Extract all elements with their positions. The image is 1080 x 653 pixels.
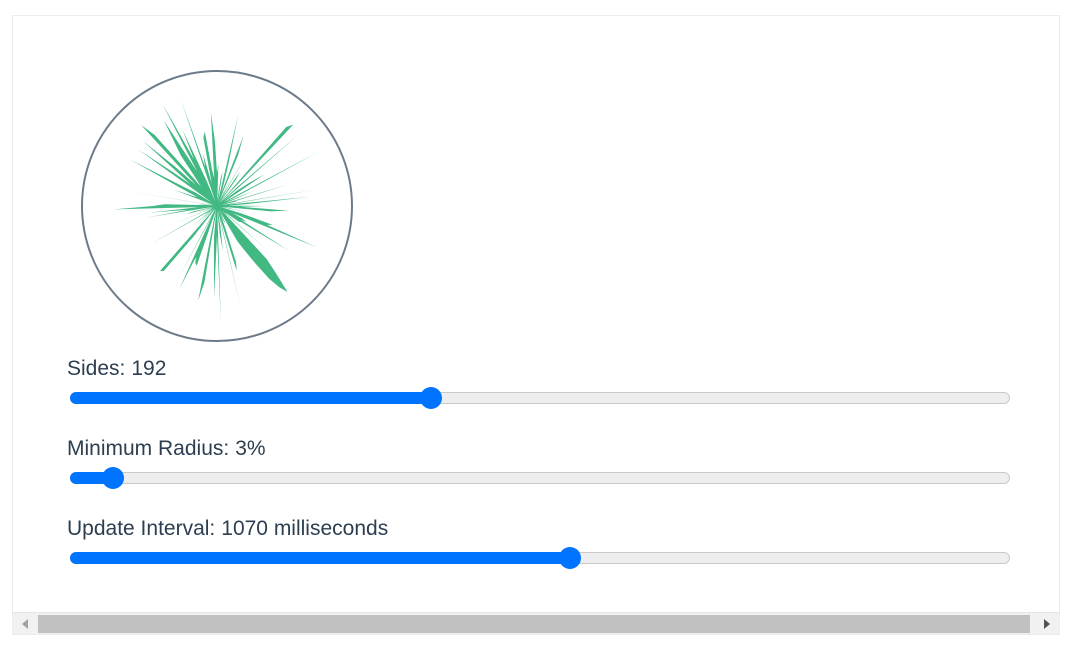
polygon-graph xyxy=(79,68,355,344)
update-interval-slider-handle[interactable] xyxy=(559,547,582,569)
sides-slider[interactable] xyxy=(70,387,1010,409)
sides-slider-fill xyxy=(70,392,431,404)
min-radius-value: 3% xyxy=(235,437,266,460)
update-interval-label-text: Update Interval xyxy=(67,517,210,540)
horizontal-scrollbar[interactable] xyxy=(13,612,1059,634)
polygon-svg xyxy=(81,70,353,342)
sides-label: Sides: 192 xyxy=(67,357,167,380)
sides-slider-handle[interactable] xyxy=(420,387,443,409)
sides-label-text: Sides xyxy=(67,357,120,380)
min-radius-label-text: Minimum Radius xyxy=(67,437,224,460)
min-radius-label: Minimum Radius: 3% xyxy=(67,437,266,460)
scrollbar-thumb[interactable] xyxy=(38,615,1030,633)
triangle-right-icon xyxy=(1044,618,1050,629)
scroll-left-button[interactable] xyxy=(13,613,37,634)
min-radius-slider[interactable] xyxy=(70,467,1010,489)
update-interval-value: 1070 milliseconds xyxy=(221,517,389,540)
demo-frame: Sides: 192 Minimum Radius: 3% Update Inter… xyxy=(12,15,1060,635)
min-radius-slider-handle[interactable] xyxy=(102,467,125,489)
polygon-shape xyxy=(113,99,319,322)
update-interval-label: Update Interval: 1070 milliseconds xyxy=(67,517,389,540)
update-interval-slider-fill xyxy=(70,552,570,564)
sides-value: 192 xyxy=(131,357,167,380)
update-interval-slider[interactable] xyxy=(70,547,1010,569)
scroll-right-button[interactable] xyxy=(1035,613,1059,634)
triangle-left-icon xyxy=(22,618,28,629)
